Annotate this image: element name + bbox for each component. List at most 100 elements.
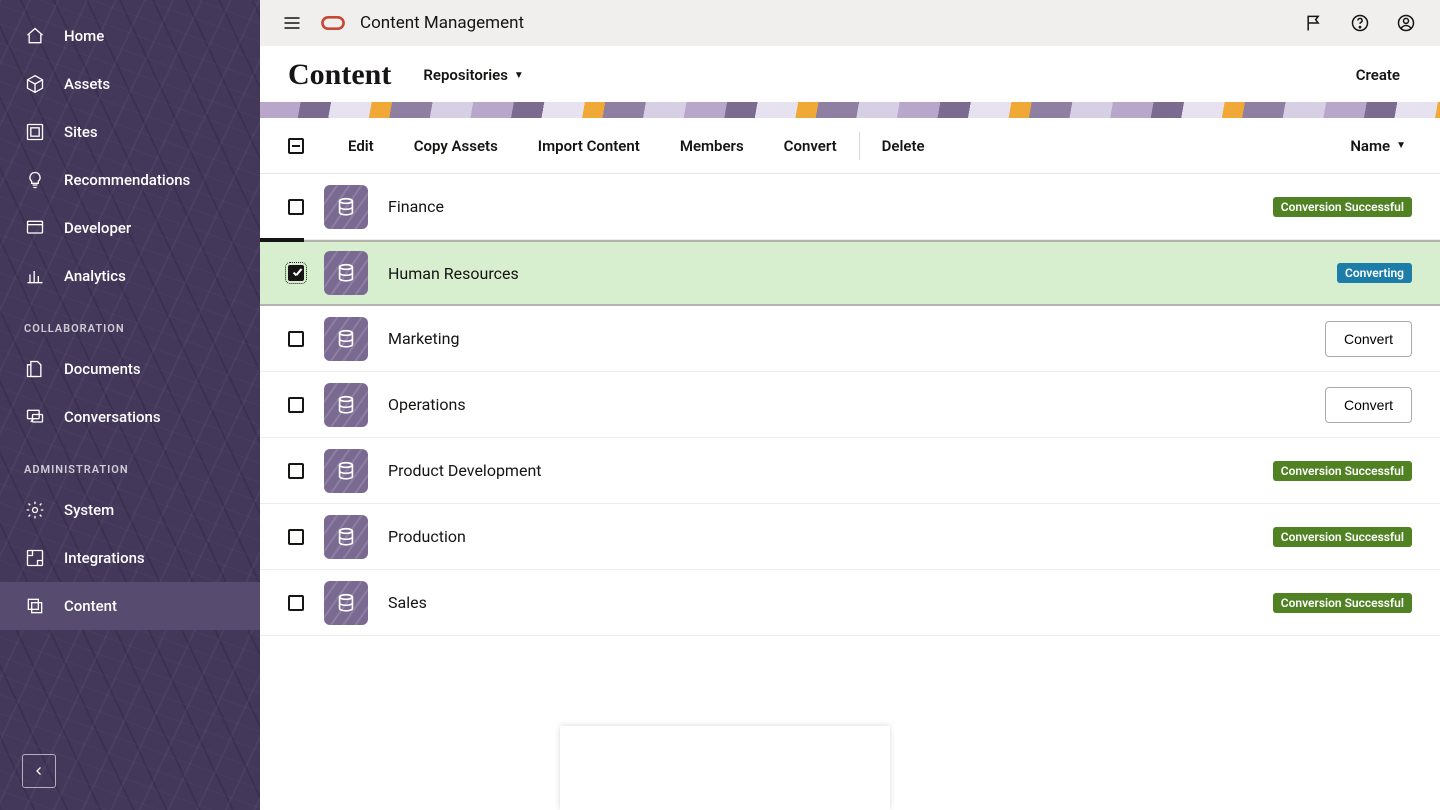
hamburger-icon [282, 13, 302, 33]
sidebar-item-label: Sites [64, 123, 98, 141]
sidebar-item-label: Assets [64, 75, 110, 93]
row-actions: Convert [1325, 387, 1412, 423]
page-header: Content Repositories ▼ Create [260, 46, 1440, 102]
status-badge: Conversion Successful [1273, 593, 1412, 613]
topbar: Content Management [260, 0, 1440, 46]
status-badge: Conversion Successful [1273, 461, 1412, 481]
repository-list: FinanceConversion SuccessfulHuman Resour… [260, 174, 1440, 810]
sidebar: Home Assets Sites Recommendations Develo [0, 0, 260, 810]
sidebar-item-integrations[interactable]: Integrations [0, 534, 260, 582]
repository-name: Marketing [388, 329, 1305, 348]
sidebar-item-conversations[interactable]: Conversations [0, 393, 260, 441]
database-icon [324, 383, 368, 427]
content-icon [24, 595, 46, 617]
database-icon [324, 449, 368, 493]
sidebar-item-label: Home [64, 27, 104, 45]
user-menu-button[interactable] [1390, 7, 1422, 39]
toolbar-separator [859, 132, 860, 160]
menu-toggle-button[interactable] [278, 9, 306, 37]
bulb-icon [24, 169, 46, 191]
documents-icon [24, 358, 46, 380]
database-icon [324, 251, 368, 295]
table-row[interactable]: FinanceConversion Successful [260, 174, 1440, 240]
sidebar-item-recommendations[interactable]: Recommendations [0, 156, 260, 204]
sidebar-item-label: Conversations [64, 408, 161, 426]
sidebar-item-label: Content [64, 597, 117, 615]
collapse-sidebar-button[interactable] [22, 754, 56, 788]
sidebar-item-home[interactable]: Home [0, 12, 260, 60]
toolbar-convert[interactable]: Convert [764, 137, 857, 155]
sites-icon [24, 121, 46, 143]
table-row[interactable]: Sales Conversion Successful [260, 570, 1440, 636]
integrations-icon [24, 547, 46, 569]
sidebar-item-sites[interactable]: Sites [0, 108, 260, 156]
sidebar-item-analytics[interactable]: Analytics [0, 252, 260, 300]
table-row[interactable]: Marketing Convert [260, 306, 1440, 372]
toolbar-edit[interactable]: Edit [328, 137, 394, 155]
sort-dropdown[interactable]: Name ▼ [1350, 137, 1412, 155]
flag-icon [1304, 13, 1324, 33]
sidebar-item-assets[interactable]: Assets [0, 60, 260, 108]
repository-name: Production [388, 527, 1253, 546]
sidebar-item-content[interactable]: Content [0, 582, 260, 630]
main-area: Content Management Content Repositories … [260, 0, 1440, 810]
sidebar-item-system[interactable]: System [0, 486, 260, 534]
assets-icon [24, 73, 46, 95]
table-row[interactable]: Product DevelopmentConversion Successful [260, 438, 1440, 504]
gear-icon [24, 499, 46, 521]
repository-name: Human Resources [388, 264, 1317, 283]
sidebar-section-administration: ADMINISTRATION [0, 441, 260, 486]
sidebar-item-developer[interactable]: Developer [0, 204, 260, 252]
select-all-checkbox[interactable] [288, 138, 304, 154]
toolbar: Edit Copy Assets Import Content Members … [260, 118, 1440, 174]
toolbar-import-content[interactable]: Import Content [518, 137, 660, 155]
toolbar-copy-assets[interactable]: Copy Assets [394, 137, 518, 155]
toolbar-members[interactable]: Members [660, 137, 764, 155]
table-row[interactable]: Human Resources Converting [260, 240, 1440, 306]
database-icon [324, 581, 368, 625]
user-icon [1396, 13, 1416, 33]
caret-down-icon: ▼ [514, 70, 524, 81]
sort-dropdown-label: Name [1350, 137, 1390, 155]
home-icon [24, 25, 46, 47]
convert-button[interactable]: Convert [1325, 321, 1412, 357]
help-button[interactable] [1344, 7, 1376, 39]
page-title: Content [288, 58, 391, 92]
sidebar-item-label: Recommendations [64, 171, 190, 189]
table-row[interactable]: OperationsConvert [260, 372, 1440, 438]
row-checkbox[interactable] [288, 331, 304, 347]
row-actions: Conversion Successful [1273, 527, 1412, 547]
row-actions: Converting [1337, 263, 1412, 283]
app-title: Content Management [360, 13, 524, 33]
database-icon [324, 515, 368, 559]
row-actions: Convert [1325, 321, 1412, 357]
developer-icon [24, 217, 46, 239]
announcements-button[interactable] [1298, 7, 1330, 39]
decorative-banner [260, 102, 1440, 118]
sidebar-item-label: Analytics [64, 267, 126, 285]
row-checkbox[interactable] [288, 529, 304, 545]
repositories-dropdown-label: Repositories [423, 66, 508, 84]
sidebar-item-documents[interactable]: Documents [0, 345, 260, 393]
conversations-icon [24, 406, 46, 428]
convert-button[interactable]: Convert [1325, 387, 1412, 423]
status-badge: Converting [1337, 263, 1412, 283]
row-checkbox[interactable] [288, 595, 304, 611]
row-checkbox[interactable] [288, 463, 304, 479]
database-icon [324, 185, 368, 229]
help-icon [1350, 13, 1370, 33]
caret-down-icon: ▼ [1396, 140, 1406, 151]
row-actions: Conversion Successful [1273, 593, 1412, 613]
brand-logo [320, 10, 346, 36]
row-checkbox[interactable] [288, 199, 304, 215]
create-button[interactable]: Create [1356, 66, 1412, 84]
table-row[interactable]: Production Conversion Successful [260, 504, 1440, 570]
repositories-dropdown[interactable]: Repositories ▼ [423, 66, 523, 84]
sidebar-item-label: Developer [64, 219, 131, 237]
repository-name: Finance [388, 197, 1253, 216]
row-checkbox[interactable] [288, 265, 304, 281]
repository-name: Sales [388, 593, 1253, 612]
status-badge: Conversion Successful [1273, 527, 1412, 547]
toolbar-delete[interactable]: Delete [862, 137, 945, 155]
row-checkbox[interactable] [288, 397, 304, 413]
